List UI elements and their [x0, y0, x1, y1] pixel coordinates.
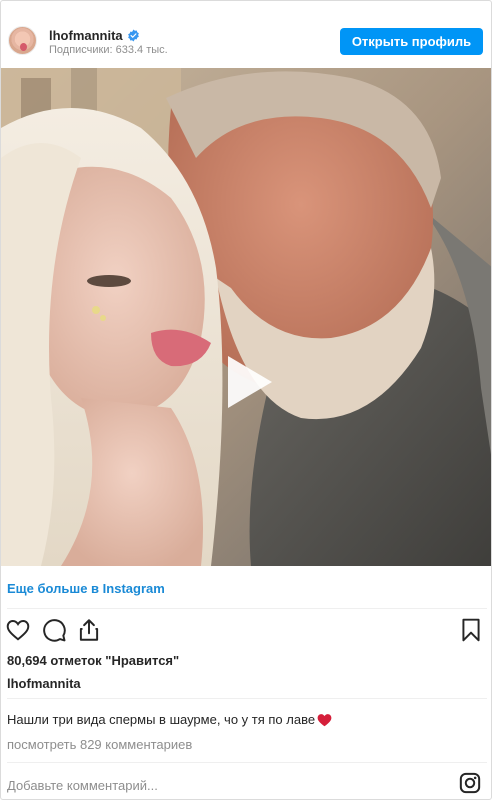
divider	[7, 698, 487, 699]
action-bar	[1, 613, 491, 647]
divider	[7, 762, 487, 763]
bookmark-icon[interactable]	[458, 617, 484, 643]
play-icon[interactable]	[214, 350, 278, 414]
username-row: lhofmannita	[49, 28, 140, 43]
verified-badge-icon	[127, 29, 139, 42]
photo	[1, 68, 491, 566]
caption-author[interactable]: lhofmannita	[7, 676, 81, 691]
avatar-detail	[20, 43, 27, 51]
followers-count: Подписчики: 633.4 тыс.	[49, 44, 168, 56]
instagram-logo-icon[interactable]	[459, 772, 481, 794]
open-profile-button[interactable]: Открыть профиль	[340, 28, 483, 55]
caption: Нашли три вида спермы в шаурме, чо у тя …	[7, 712, 332, 727]
post-header: lhofmannita Подписчики: 633.4 тыс. Откры…	[1, 1, 491, 67]
instagram-embed-card: lhofmannita Подписчики: 633.4 тыс. Откры…	[0, 0, 492, 800]
username[interactable]: lhofmannita	[49, 28, 123, 43]
divider	[7, 608, 487, 609]
likes-count[interactable]: 80,694 отметок "Нравится"	[7, 653, 179, 668]
avatar[interactable]	[8, 26, 37, 55]
comment-icon[interactable]	[41, 617, 67, 643]
video-thumbnail[interactable]	[1, 68, 491, 566]
caption-text: Нашли три вида спермы в шаурме, чо у тя …	[7, 712, 316, 727]
heart-icon[interactable]	[5, 617, 31, 643]
view-comments-link[interactable]: посмотреть 829 комментариев	[7, 737, 192, 752]
share-icon[interactable]	[76, 617, 102, 643]
more-on-instagram-link[interactable]: Еще больше в Instagram	[7, 581, 165, 596]
heart-emoji-icon	[317, 713, 332, 726]
add-comment-input[interactable]: Добавьте комментарий...	[7, 778, 158, 793]
